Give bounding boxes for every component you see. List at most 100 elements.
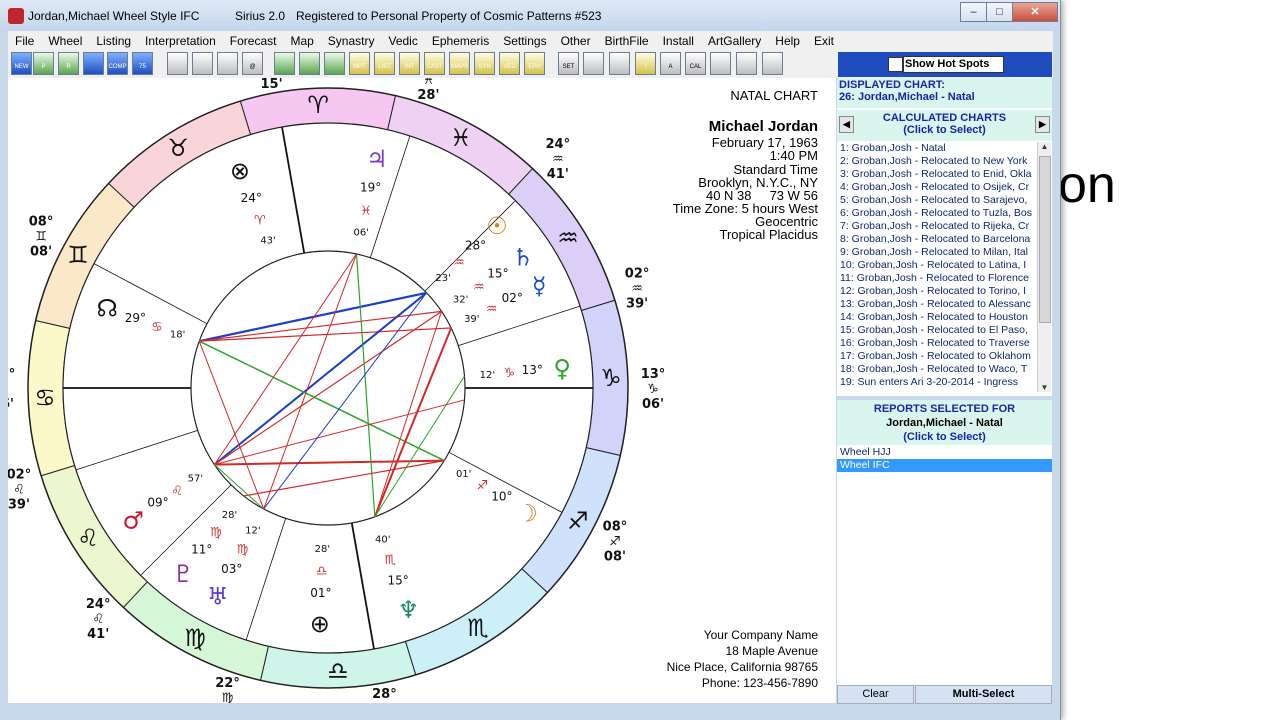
printer-icon[interactable]	[217, 52, 238, 75]
list-item[interactable]: 7: Groban,Josh - Relocated to Rijeka, Cr	[837, 220, 1037, 233]
wheel-3-icon[interactable]	[324, 52, 345, 75]
email-icon[interactable]: @	[242, 52, 263, 75]
cusp-degree-label: 24°	[86, 597, 111, 612]
planet-glyph-icon: ♂	[122, 506, 144, 534]
report-item[interactable]: Wheel IFC	[837, 459, 1052, 472]
menu-interpretation[interactable]: Interpretation	[138, 34, 223, 48]
list-item[interactable]: 5: Groban,Josh - Relocated to Sarajevo,	[837, 194, 1037, 207]
list-item[interactable]: 1: Groban,Josh - Natal	[837, 142, 1037, 155]
list-item[interactable]: 12: Groban,Josh - Relocated to Torino, I	[837, 285, 1037, 298]
planet-minute-label: 28'	[222, 510, 237, 521]
menu-listing[interactable]: Listing	[89, 34, 138, 48]
maximize-button[interactable]: □	[986, 2, 1013, 22]
interpretation-icon[interactable]: INT	[399, 52, 420, 75]
scroll-right-icon[interactable]: ▶	[1035, 116, 1050, 133]
menu-map[interactable]: Map	[283, 34, 320, 48]
astro-cast-icon[interactable]: CAST	[424, 52, 445, 75]
transits-icon[interactable]	[83, 52, 104, 75]
hot-spots-label[interactable]: Show Hot Spots	[903, 56, 1004, 73]
menu-install[interactable]: Install	[656, 34, 701, 48]
planet-sign-icon: ♒	[473, 280, 485, 295]
cusp-sign-icon: ♑	[647, 382, 659, 397]
list-item[interactable]: 14: Groban,Josh - Relocated to Houston	[837, 311, 1037, 324]
font-icon[interactable]: A	[660, 52, 681, 75]
midpoints-icon[interactable]: MPT	[349, 52, 370, 75]
menu-file[interactable]: File	[8, 34, 41, 48]
planet-minute-label: 12'	[480, 370, 495, 381]
calculated-charts-scrollbar[interactable]: ▲ ▼	[1037, 142, 1051, 392]
zodiac-sign-icon: ♒	[557, 224, 579, 252]
multi-select-button[interactable]: Multi-Select	[915, 685, 1052, 704]
scrollbar-thumb[interactable]	[1039, 156, 1051, 323]
list-item[interactable]: 6: Groban,Josh - Relocated to Tuzla, Bos	[837, 207, 1037, 220]
cusp-degree-label: 28°	[372, 687, 397, 702]
planet-sign-icon: ♍	[210, 525, 222, 540]
wheel-2-icon[interactable]	[299, 52, 320, 75]
scroll-down-icon[interactable]: ▼	[1038, 383, 1051, 392]
list-item[interactable]: 9: Groban,Josh - Relocated to Milan, Ita…	[837, 246, 1037, 259]
zoom-in-icon[interactable]	[736, 52, 757, 75]
solar-arc-icon[interactable]: 75	[132, 52, 153, 75]
clear-button[interactable]: Clear	[837, 685, 914, 704]
planet-degree-label: 28°	[465, 239, 486, 253]
maps-icon[interactable]: MAPS	[449, 52, 470, 75]
list-item[interactable]: 8: Groban,Josh - Relocated to Barcelona	[837, 233, 1037, 246]
planet-sign-icon: ♋	[151, 320, 163, 335]
ephemeris-icon[interactable]: EPH	[524, 52, 545, 75]
list-item[interactable]: 10: Groban,Josh - Relocated to Latina, I	[837, 259, 1037, 272]
list-item[interactable]: 18: Groban,Josh - Relocated to Waco, T	[837, 363, 1037, 376]
menu-wheel[interactable]: Wheel	[41, 34, 89, 48]
menu-exit[interactable]: Exit	[807, 34, 841, 48]
menu-vedic[interactable]: Vedic	[381, 34, 424, 48]
list-item[interactable]: 3: Groban,Josh - Relocated to Enid, Okla	[837, 168, 1037, 181]
cusp-minute-label: 06'	[642, 397, 664, 412]
menu-settings[interactable]: Settings	[496, 34, 553, 48]
vedic-icon[interactable]: VED	[499, 52, 520, 75]
menu-forecast[interactable]: Forecast	[223, 34, 284, 48]
menu-other[interactable]: Other	[554, 34, 598, 48]
scroll-up-icon[interactable]: ▲	[1038, 142, 1051, 151]
menu-birthfile[interactable]: BirthFile	[598, 34, 656, 48]
synastry-icon[interactable]: SYN	[474, 52, 495, 75]
zoom-out-icon[interactable]	[762, 52, 783, 75]
close-button[interactable]: ✕	[1012, 2, 1058, 22]
listing-icon[interactable]: LIST	[374, 52, 395, 75]
composite-icon[interactable]: COMP	[107, 52, 128, 75]
save-icon[interactable]	[192, 52, 213, 75]
list-item[interactable]: 4: Groban,Josh - Relocated to Osijek, Cr	[837, 181, 1037, 194]
settings-icon[interactable]: SET	[558, 52, 579, 75]
registration-label: Registered to Personal Property of Cosmi…	[296, 9, 602, 23]
timer-icon[interactable]	[609, 52, 630, 75]
return-icon[interactable]: R	[58, 52, 79, 75]
cusp-degree-label: 02°	[8, 467, 31, 482]
new-chart-icon[interactable]: NEW	[11, 52, 32, 75]
copy-icon[interactable]	[167, 52, 188, 75]
planet-degree-label: 09°	[147, 496, 168, 510]
menu-artgallery[interactable]: ArtGallery	[701, 34, 768, 48]
list-item[interactable]: 15: Groban,Josh - Relocated to El Paso,	[837, 324, 1037, 337]
minimize-button[interactable]: –	[960, 2, 987, 22]
calendar-icon[interactable]: CAL	[685, 52, 706, 75]
progressed-icon[interactable]: P	[33, 52, 54, 75]
scroll-left-icon[interactable]: ◀	[839, 116, 854, 133]
hot-spots-checkbox[interactable]	[888, 57, 903, 72]
calculated-charts-hint[interactable]: (Click to Select)	[837, 124, 1052, 136]
menu-synastry[interactable]: Synastry	[321, 34, 382, 48]
list-item[interactable]: 17: Groban,Josh - Relocated to Oklahom	[837, 350, 1037, 363]
app-logo-icon[interactable]	[8, 8, 24, 24]
list-item[interactable]: 2: Groban,Josh - Relocated to New York	[837, 155, 1037, 168]
natal-chart-wheel[interactable]: ♈♓♒♑♐♏♎♍♌♋♊♉28°♈15'22°♓28'24°♒41'02°♒39'…	[0, 47, 836, 720]
wheel-icon[interactable]	[274, 52, 295, 75]
cusp-sign-icon: ♋	[8, 382, 9, 397]
search-chart-icon[interactable]	[710, 52, 731, 75]
clock-icon[interactable]	[583, 52, 604, 75]
menu-ephemeris[interactable]: Ephemeris	[425, 34, 496, 48]
report-item[interactable]: Wheel HJJ	[837, 446, 1052, 459]
list-item[interactable]: 13: Groban,Josh - Relocated to Alessanc	[837, 298, 1037, 311]
list-item[interactable]: 11: Groban,Josh - Relocated to Florence	[837, 272, 1037, 285]
menu-help[interactable]: Help	[768, 34, 807, 48]
help-icon[interactable]: ?	[635, 52, 656, 75]
list-item[interactable]: 19: Sun enters Ari 3-20-2014 - Ingress	[837, 376, 1037, 389]
reports-hint[interactable]: (Click to Select)	[837, 430, 1052, 444]
list-item[interactable]: 16: Groban,Josh - Relocated to Traverse	[837, 337, 1037, 350]
